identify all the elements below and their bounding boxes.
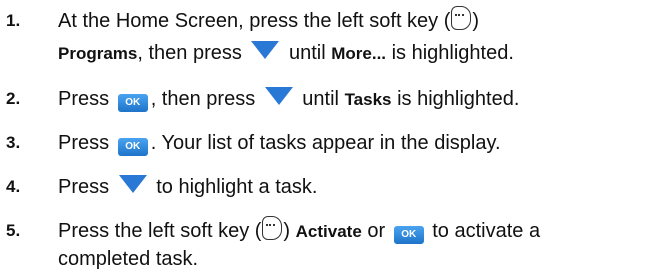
down-arrow-icon [251, 41, 280, 59]
text: until [296, 88, 345, 110]
step-text: Press OK, then press until Tasks is high… [58, 84, 519, 115]
text: to highlight a task. [150, 176, 318, 198]
step-number: 3. [6, 133, 21, 152]
soft-key-icon [451, 6, 472, 30]
ok-key-icon: OK [117, 94, 148, 112]
down-arrow-icon [264, 87, 293, 105]
text: Press [58, 176, 115, 198]
text: is highlighted. [391, 88, 520, 110]
text: Press [58, 132, 115, 154]
text: At the Home Screen, press the left soft … [58, 10, 451, 32]
text: Press [58, 88, 115, 110]
text: ) [472, 10, 480, 32]
step-number: 2. [6, 89, 21, 108]
text: is highlighted. [386, 42, 514, 64]
step-number: 4. [6, 177, 21, 196]
keyword: Activate [295, 222, 362, 241]
soft-key-icon [262, 216, 283, 240]
down-arrow-icon [118, 175, 147, 193]
step-text: At the Home Screen, press the left soft … [58, 6, 479, 36]
text: or [361, 220, 391, 242]
keyword: More... [331, 44, 387, 63]
step-text: Programs, then press until More... is hi… [58, 38, 514, 69]
ok-key-icon: OK [117, 138, 148, 156]
text: , then press [150, 88, 261, 110]
text: Press the left soft key ( [58, 220, 262, 242]
text: ) [283, 220, 296, 242]
text: to activate a [426, 220, 541, 242]
step-text: Press the left soft key () Activate or O… [58, 216, 540, 247]
text: until [283, 42, 332, 64]
keyword: Tasks [344, 90, 392, 109]
ok-key-icon: OK [393, 226, 424, 244]
step-text: completed task. [58, 248, 199, 270]
keyword: Programs [58, 44, 138, 63]
step-number: 1. [6, 11, 21, 30]
instruction-steps: 1. At the Home Screen, press the left so… [0, 0, 648, 272]
text: . Your list of tasks appear in the displ… [150, 132, 501, 154]
step-number: 5. [6, 221, 21, 240]
text: , then press [137, 42, 248, 64]
step-text: Press OK. Your list of tasks appear in t… [58, 128, 501, 158]
step-text: Press to highlight a task. [58, 172, 317, 202]
